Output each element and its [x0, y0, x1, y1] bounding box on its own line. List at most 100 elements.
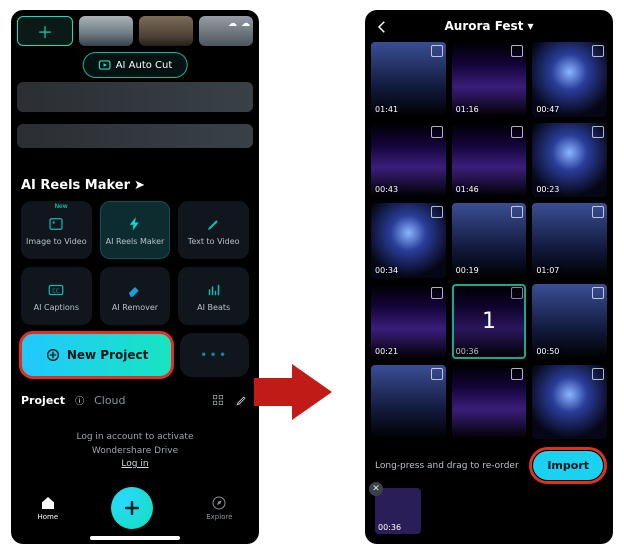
clip-duration: 01:16	[456, 105, 479, 114]
clip-tile[interactable]: 00:50	[532, 284, 607, 359]
selection-tray: ✕ 00:36	[365, 488, 613, 544]
expand-icon[interactable]	[431, 126, 443, 138]
chevron-right-icon: ➤	[134, 178, 145, 193]
expand-icon[interactable]	[511, 368, 523, 380]
clip-grid: 01:41 01:16 00:47 00:43 01:46 00:23 00:34 00:19…	[365, 42, 613, 443]
expand-icon[interactable]	[511, 45, 523, 57]
clip-tile[interactable]	[371, 365, 446, 440]
clip-tile[interactable]: 01:46	[452, 123, 527, 198]
clip-tile[interactable]	[532, 365, 607, 440]
expand-icon[interactable]	[592, 126, 604, 138]
tab-project[interactable]: Project	[21, 394, 65, 407]
clip-duration: 00:34	[375, 266, 398, 275]
editor-home-screen: ＋ ☁☁ AI Auto Cut AI Reels Maker ➤ New Im…	[11, 10, 259, 544]
ai-auto-cut-pill[interactable]: AI Auto Cut	[83, 52, 188, 78]
tool-image-to-video[interactable]: New Image to Video	[21, 201, 92, 259]
explore-icon	[211, 495, 227, 511]
media-picker-screen: Aurora Fest ▾ 01:4101:1600:4700:4301:460…	[365, 10, 613, 544]
expand-icon[interactable]	[431, 287, 443, 299]
clip-tile[interactable]: 00:34	[371, 203, 446, 278]
clip-tile[interactable]	[452, 365, 527, 440]
bolt-icon	[126, 215, 144, 233]
svg-text:CC: CC	[53, 288, 61, 294]
expand-icon[interactable]	[511, 206, 523, 218]
clip-duration: 01:41	[375, 105, 398, 114]
new-story-tile[interactable]: ＋	[17, 16, 73, 46]
tool-ai-captions[interactable]: CC AI Captions	[21, 267, 92, 325]
clip-tile[interactable]: 00:43	[371, 123, 446, 198]
ai-reels-maker-header[interactable]: AI Reels Maker ➤	[11, 148, 259, 201]
edit-icon[interactable]	[235, 393, 249, 407]
equalizer-icon	[205, 281, 223, 299]
cloud-icon: ☁	[228, 19, 237, 29]
expand-icon[interactable]	[511, 126, 523, 138]
cc-icon: CC	[47, 281, 65, 299]
clip-tile[interactable]: 00:21	[371, 284, 446, 359]
remove-clip-icon[interactable]: ✕	[369, 482, 383, 496]
tool-ai-reels-maker[interactable]: AI Reels Maker	[100, 201, 171, 259]
expand-icon[interactable]	[592, 206, 604, 218]
story-thumb[interactable]	[79, 16, 133, 46]
tool-ai-beats[interactable]: AI Beats	[178, 267, 249, 325]
selected-clip-chip[interactable]: ✕ 00:36	[375, 488, 421, 534]
cloud-icon: ☁	[241, 19, 250, 29]
grid-view-icon[interactable]	[211, 393, 225, 407]
image-icon	[47, 215, 65, 233]
clip-tile[interactable]: 01:07	[532, 203, 607, 278]
project-tabs: Project ⓘ Cloud	[11, 383, 259, 407]
home-icon	[40, 495, 56, 511]
expand-icon[interactable]	[431, 368, 443, 380]
create-fab[interactable]	[111, 487, 153, 529]
nav-home[interactable]: Home	[38, 495, 59, 521]
more-actions-button[interactable]: •••	[180, 333, 249, 377]
template-banner[interactable]	[17, 124, 253, 148]
clip-tile[interactable]: 00:47	[532, 42, 607, 117]
login-link[interactable]: Log in	[121, 459, 148, 469]
bottom-nav: Home Explore	[11, 480, 259, 537]
selection-index: 1	[452, 284, 527, 359]
clip-duration: 00:47	[536, 105, 559, 114]
login-prompt: Log in account to activate Wondershare D…	[11, 407, 259, 480]
clip-tile[interactable]: 01:41	[371, 42, 446, 117]
template-banner[interactable]	[17, 82, 253, 112]
clip-tile[interactable]: 00:361	[452, 284, 527, 359]
clip-duration: 00:36	[378, 523, 401, 532]
eraser-icon	[126, 281, 144, 299]
clip-tile[interactable]: 00:23	[532, 123, 607, 198]
clip-duration: 00:43	[375, 185, 398, 194]
clip-tile[interactable]: 01:16	[452, 42, 527, 117]
clip-duration: 00:50	[536, 347, 559, 356]
ai-auto-cut-label: AI Auto Cut	[116, 60, 173, 71]
plus-icon	[122, 498, 142, 518]
plus-circle-icon	[45, 347, 61, 363]
clip-duration: 00:21	[375, 347, 398, 356]
flow-arrow	[267, 362, 357, 422]
back-icon[interactable]	[373, 18, 391, 36]
expand-icon[interactable]	[431, 206, 443, 218]
tool-text-to-video[interactable]: Text to Video	[178, 201, 249, 259]
expand-icon[interactable]	[592, 287, 604, 299]
expand-icon[interactable]	[592, 45, 604, 57]
clip-tile[interactable]: 00:19	[452, 203, 527, 278]
chevron-down-icon: ▾	[527, 19, 533, 33]
reorder-hint: Long-press and drag to re-order	[375, 461, 527, 471]
import-button[interactable]: Import	[533, 451, 603, 480]
recent-story-strip: ＋ ☁☁	[11, 10, 259, 50]
tool-ai-remover[interactable]: AI Remover	[100, 267, 171, 325]
expand-icon[interactable]	[431, 45, 443, 57]
clip-duration: 00:19	[456, 266, 479, 275]
new-project-button[interactable]: New Project	[21, 333, 172, 377]
nav-explore[interactable]: Explore	[206, 495, 232, 521]
picker-bottom-bar: Long-press and drag to re-order Import	[365, 443, 613, 488]
clip-duration: 01:46	[456, 185, 479, 194]
album-selector[interactable]: Aurora Fest ▾	[445, 19, 534, 33]
clip-duration: 01:07	[536, 266, 559, 275]
ai-tools-grid: New Image to Video AI Reels Maker Text t…	[11, 201, 259, 325]
magic-pen-icon	[205, 215, 223, 233]
picker-header: Aurora Fest ▾	[365, 10, 613, 42]
plus-icon: ＋	[18, 17, 72, 45]
story-thumb[interactable]: ☁☁	[199, 16, 253, 46]
tab-cloud[interactable]: Cloud	[94, 394, 125, 407]
story-thumb[interactable]	[139, 16, 193, 46]
expand-icon[interactable]	[592, 368, 604, 380]
